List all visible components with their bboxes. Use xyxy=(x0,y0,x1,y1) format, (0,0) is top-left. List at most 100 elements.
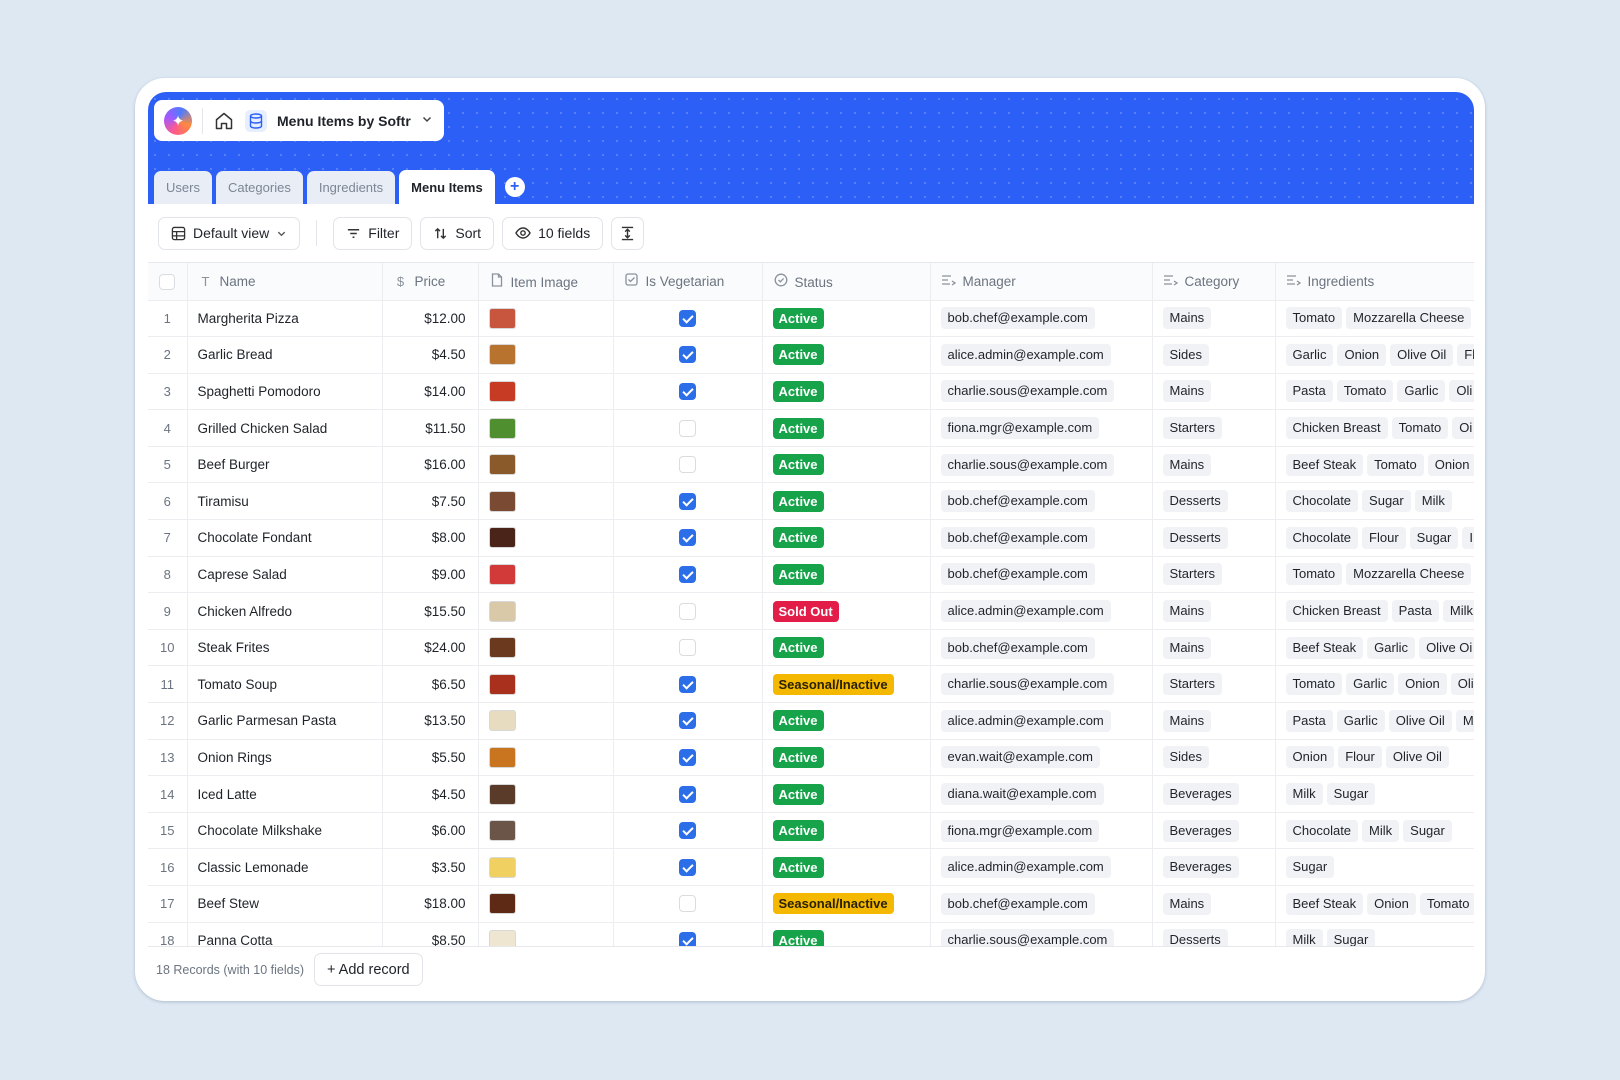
manager-cell[interactable]: charlie.sous@example.com xyxy=(930,922,1153,946)
item-image-cell[interactable] xyxy=(478,629,614,667)
select-all-cell[interactable] xyxy=(148,263,188,301)
vegetarian-checkbox[interactable] xyxy=(679,895,696,913)
table-row[interactable]: 13 Onion Rings $5.50 Active evan.wait@exampl… xyxy=(148,739,1474,777)
manager-cell[interactable]: bob.chef@example.com xyxy=(930,629,1153,667)
status-cell[interactable]: Active xyxy=(762,373,931,411)
manager-cell[interactable]: diana.wait@example.com xyxy=(930,775,1153,813)
item-image-cell[interactable] xyxy=(478,848,614,886)
ingredients-cell[interactable]: GarlicOnionOlive OilFl xyxy=(1275,336,1474,374)
table-row[interactable]: 1 Margherita Pizza $12.00 Active bob.chef@ex… xyxy=(148,300,1474,338)
price-cell[interactable]: $3.50 xyxy=(382,848,479,886)
table-row[interactable]: 5 Beef Burger $16.00 Active charlie.sous@exa… xyxy=(148,446,1474,484)
category-cell[interactable]: Mains xyxy=(1152,885,1276,923)
price-cell[interactable]: $5.50 xyxy=(382,739,479,777)
item-image-thumbnail[interactable] xyxy=(488,344,516,366)
category-cell[interactable]: Mains xyxy=(1152,702,1276,740)
is-vegetarian-cell[interactable] xyxy=(613,702,763,740)
name-cell[interactable]: Spaghetti Pomodoro xyxy=(187,373,383,411)
item-image-thumbnail[interactable] xyxy=(488,746,516,768)
column-header-item-image[interactable]: Item Image xyxy=(478,263,614,301)
manager-cell[interactable]: evan.wait@example.com xyxy=(930,739,1153,777)
ingredients-cell[interactable]: Milk Sugar xyxy=(1275,775,1474,813)
is-vegetarian-cell[interactable] xyxy=(613,848,763,886)
status-cell[interactable]: Active xyxy=(762,482,931,521)
item-image-cell[interactable] xyxy=(478,300,614,338)
category-cell[interactable]: Mains xyxy=(1152,592,1276,630)
item-image-thumbnail[interactable] xyxy=(488,637,516,659)
manager-cell[interactable]: bob.chef@example.com xyxy=(930,556,1153,594)
manager-cell[interactable]: fiona.mgr@example.com xyxy=(930,812,1153,850)
item-image-thumbnail[interactable] xyxy=(488,454,516,476)
manager-cell[interactable]: alice.admin@example.com xyxy=(930,848,1153,886)
table-row[interactable]: 11 Tomato Soup $6.50 Seasonal/Inactive charl… xyxy=(148,665,1474,704)
status-cell[interactable]: Active xyxy=(762,556,931,594)
vegetarian-checkbox[interactable] xyxy=(679,748,696,766)
vegetarian-checkbox[interactable] xyxy=(679,675,696,693)
name-cell[interactable]: Garlic Parmesan Pasta xyxy=(187,702,383,740)
is-vegetarian-cell[interactable] xyxy=(613,409,763,447)
manager-cell[interactable]: bob.chef@example.com xyxy=(930,519,1153,557)
select-all-checkbox[interactable] xyxy=(159,273,176,290)
vegetarian-checkbox[interactable] xyxy=(679,931,696,946)
add-record-button[interactable]: + Add record xyxy=(313,953,423,986)
name-cell[interactable]: Grilled Chicken Salad xyxy=(187,409,383,447)
price-cell[interactable]: $11.50 xyxy=(382,409,479,447)
fields-button[interactable]: 10 fields xyxy=(502,216,604,250)
status-cell[interactable]: Active xyxy=(762,775,931,813)
column-header-ingredients[interactable]: Ingredients xyxy=(1275,263,1474,301)
home-icon[interactable] xyxy=(213,110,235,132)
is-vegetarian-cell[interactable] xyxy=(613,373,763,411)
ingredients-cell[interactable]: Chocolate Milk Sugar xyxy=(1275,812,1474,850)
name-cell[interactable]: Tiramisu xyxy=(187,482,383,521)
price-cell[interactable]: $8.50 xyxy=(382,922,479,946)
item-image-thumbnail[interactable] xyxy=(488,783,516,805)
ingredients-cell[interactable]: Chicken Breast Pasta Milk xyxy=(1275,592,1474,630)
manager-cell[interactable]: charlie.sous@example.com xyxy=(930,373,1153,411)
name-cell[interactable]: Beef Burger xyxy=(187,446,383,484)
name-cell[interactable]: Margherita Pizza xyxy=(187,300,383,338)
tab-ingredients[interactable]: Ingredients xyxy=(306,171,396,204)
item-image-thumbnail[interactable] xyxy=(488,600,516,622)
vegetarian-checkbox[interactable] xyxy=(679,785,696,803)
price-cell[interactable]: $24.00 xyxy=(382,629,479,667)
price-cell[interactable]: $6.00 xyxy=(382,812,479,850)
item-image-thumbnail[interactable] xyxy=(488,380,516,402)
is-vegetarian-cell[interactable] xyxy=(613,665,763,704)
item-image-cell[interactable] xyxy=(478,885,614,923)
vegetarian-checkbox[interactable] xyxy=(679,529,696,547)
category-cell[interactable]: Desserts xyxy=(1152,482,1276,521)
ingredients-cell[interactable]: Sugar xyxy=(1275,848,1474,886)
is-vegetarian-cell[interactable] xyxy=(613,446,763,484)
is-vegetarian-cell[interactable] xyxy=(613,336,763,374)
price-cell[interactable]: $12.00 xyxy=(382,300,479,338)
sort-button[interactable]: Sort xyxy=(420,216,495,250)
item-image-cell[interactable] xyxy=(478,702,614,740)
vegetarian-checkbox[interactable] xyxy=(679,639,696,657)
manager-cell[interactable]: alice.admin@example.com xyxy=(930,336,1153,374)
table-row[interactable]: 16 Classic Lemonade $3.50 Active alice.admin… xyxy=(148,848,1474,886)
is-vegetarian-cell[interactable] xyxy=(613,592,763,630)
category-cell[interactable]: Mains xyxy=(1152,629,1276,667)
ingredients-cell[interactable]: Tomato Mozzarella Cheese xyxy=(1275,300,1474,338)
name-cell[interactable]: Chocolate Milkshake xyxy=(187,812,383,850)
vegetarian-checkbox[interactable] xyxy=(679,382,696,400)
is-vegetarian-cell[interactable] xyxy=(613,739,763,777)
column-header-name[interactable]: T Name xyxy=(187,263,383,301)
table-row[interactable]: 10 Steak Frites $24.00 Active bob.chef@examp… xyxy=(148,629,1474,667)
filter-button[interactable]: Filter xyxy=(333,216,413,250)
manager-cell[interactable]: alice.admin@example.com xyxy=(930,702,1153,740)
table-row[interactable]: 6 Tiramisu $7.50 Active bob.chef@example.com… xyxy=(148,482,1474,521)
column-header-status[interactable]: Status xyxy=(762,263,931,301)
status-cell[interactable]: Active xyxy=(762,519,931,557)
vegetarian-checkbox[interactable] xyxy=(679,309,696,327)
category-cell[interactable]: Beverages xyxy=(1152,812,1276,850)
item-image-cell[interactable] xyxy=(478,519,614,557)
status-cell[interactable]: Active xyxy=(762,848,931,886)
name-cell[interactable]: Classic Lemonade xyxy=(187,848,383,886)
row-height-button[interactable] xyxy=(611,216,645,250)
category-cell[interactable]: Beverages xyxy=(1152,775,1276,813)
item-image-cell[interactable] xyxy=(478,665,614,704)
vegetarian-checkbox[interactable] xyxy=(679,602,696,620)
item-image-thumbnail[interactable] xyxy=(488,856,516,878)
tab-categories[interactable]: Categories xyxy=(215,171,303,204)
